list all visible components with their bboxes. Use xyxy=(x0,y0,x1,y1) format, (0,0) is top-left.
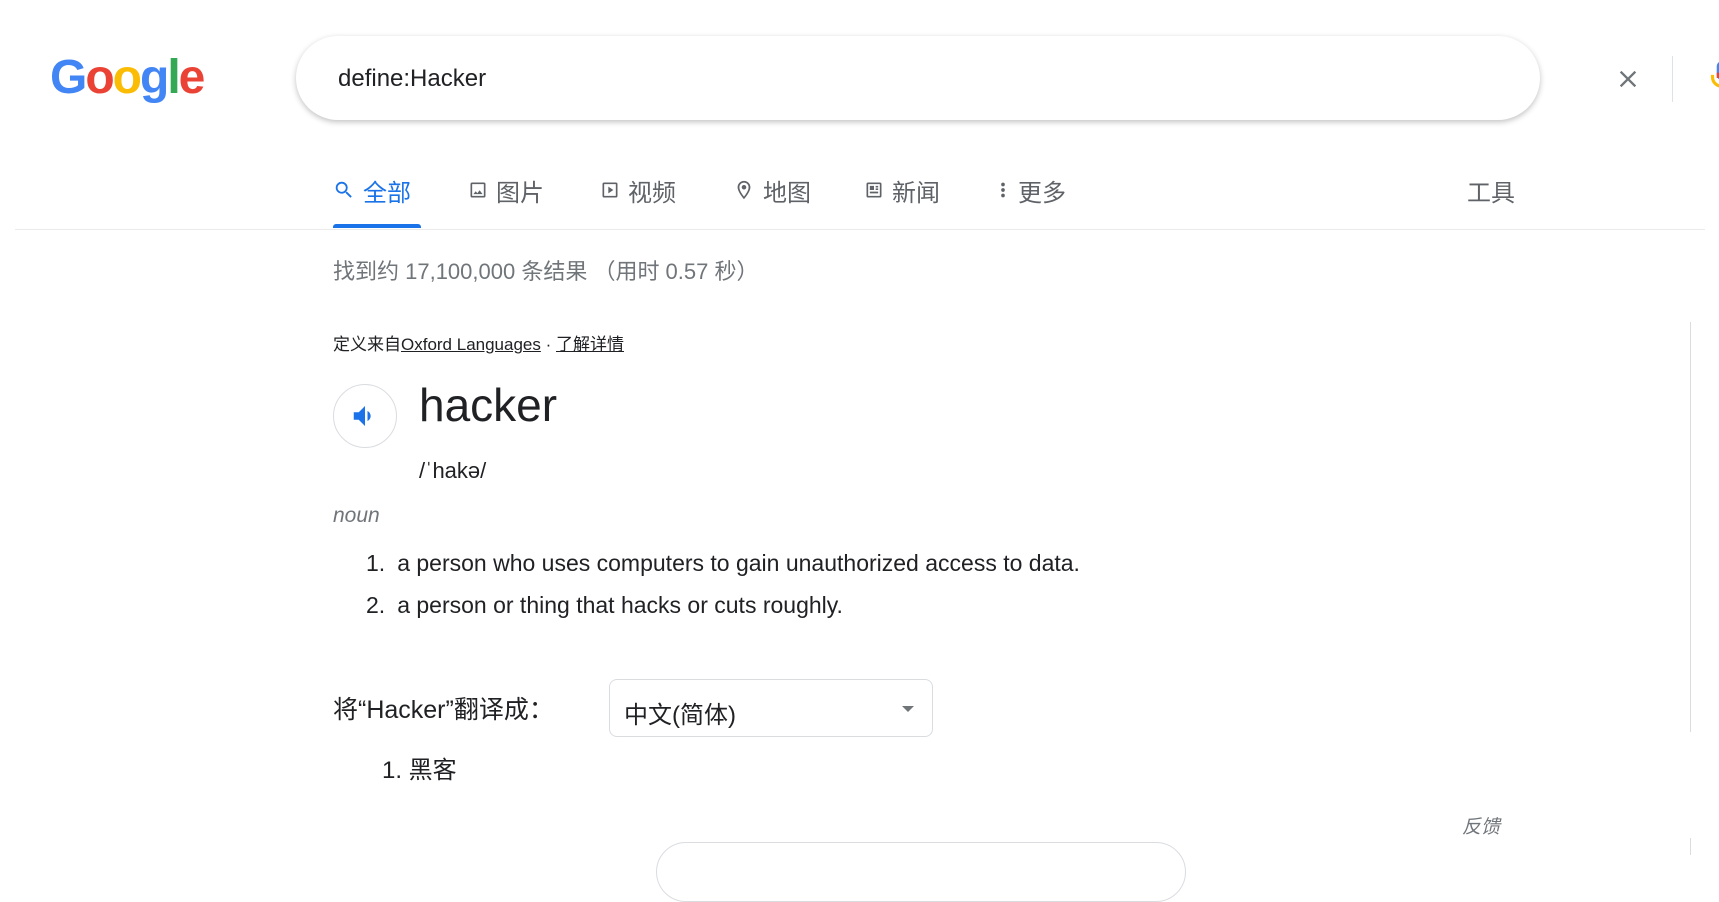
result-stats: 找到约 17,100,000 条结果 （用时 0.57 秒） xyxy=(333,259,759,284)
right-panel-edge xyxy=(1690,322,1691,732)
definition-item: 2. a person or thing that hacks or cuts … xyxy=(366,592,1080,634)
tab-all[interactable]: 全部 xyxy=(333,170,411,210)
translate-language-select[interactable]: 中文(简体) xyxy=(609,679,933,737)
logo-letter: e xyxy=(178,51,206,104)
close-icon xyxy=(1619,70,1637,88)
source-separator: · xyxy=(540,335,556,354)
phonetic: /ˈhakə/ xyxy=(419,458,487,483)
source-prefix: 定义来自 xyxy=(333,335,401,354)
search-divider xyxy=(1672,56,1673,102)
header-divider xyxy=(15,229,1705,230)
definition-item: 1. a person who uses computers to gain u… xyxy=(366,550,1080,592)
translation-result: 1. 黑客 xyxy=(382,757,457,784)
logo-letter: G xyxy=(50,51,87,104)
bottom-card xyxy=(656,842,1186,902)
logo-letter: l xyxy=(167,51,180,104)
voice-search-button[interactable] xyxy=(1700,54,1719,102)
map-pin-icon xyxy=(737,180,751,200)
dropdown-arrow-icon xyxy=(902,706,914,712)
feedback-link[interactable]: 反馈 xyxy=(1462,812,1500,839)
headword: hacker xyxy=(419,379,558,431)
learn-more-link[interactable]: 了解详情 xyxy=(556,335,624,354)
tools-button[interactable]: 工具 xyxy=(1467,170,1515,210)
definition-text: a person who uses computers to gain unau… xyxy=(397,550,1080,576)
logo-letter: g xyxy=(140,51,169,104)
selected-language: 中文(简体) xyxy=(624,702,736,729)
tab-label: 地图 xyxy=(763,179,811,207)
right-panel-edge xyxy=(1690,838,1691,855)
mic-icon xyxy=(1710,62,1719,88)
tab-images[interactable]: 图片 xyxy=(468,170,544,210)
tab-news[interactable]: 新闻 xyxy=(864,170,940,210)
clear-search-button[interactable] xyxy=(1606,57,1650,101)
part-of-speech: noun xyxy=(333,504,380,527)
tab-more[interactable]: 更多 xyxy=(996,170,1066,210)
news-icon xyxy=(866,182,882,198)
search-box xyxy=(296,36,1719,120)
active-tab-indicator xyxy=(333,224,421,228)
definition-number: 2. xyxy=(366,592,386,618)
tab-label: 图片 xyxy=(496,179,544,207)
search-input[interactable] xyxy=(336,58,1240,100)
logo-letter: o xyxy=(112,51,142,104)
logo-letter: o xyxy=(85,51,114,104)
image-icon xyxy=(470,182,486,198)
tab-maps[interactable]: 地图 xyxy=(733,170,811,210)
translate-label: 将“Hacker”翻译成： xyxy=(333,696,554,724)
play-icon xyxy=(602,182,618,198)
tab-videos[interactable]: 视频 xyxy=(600,170,676,210)
tab-label: 更多 xyxy=(1018,179,1066,207)
definition-number: 1. xyxy=(366,550,386,576)
more-vert-icon xyxy=(1001,182,1005,198)
tab-label: 新闻 xyxy=(892,179,940,207)
dictionary-source: 定义来自Oxford Languages · 了解详情 xyxy=(333,330,624,355)
definition-list: 1. a person who uses computers to gain u… xyxy=(366,550,1080,634)
search-icon xyxy=(335,181,352,198)
pronunciation-audio-button[interactable] xyxy=(333,384,397,448)
google-logo[interactable]: Google xyxy=(50,50,206,105)
tab-label: 视频 xyxy=(628,179,676,207)
tab-label: 全部 xyxy=(363,179,411,207)
definition-text: a person or thing that hacks or cuts rou… xyxy=(397,592,843,618)
oxford-languages-link[interactable]: Oxford Languages xyxy=(401,335,541,354)
speaker-icon xyxy=(353,406,371,426)
